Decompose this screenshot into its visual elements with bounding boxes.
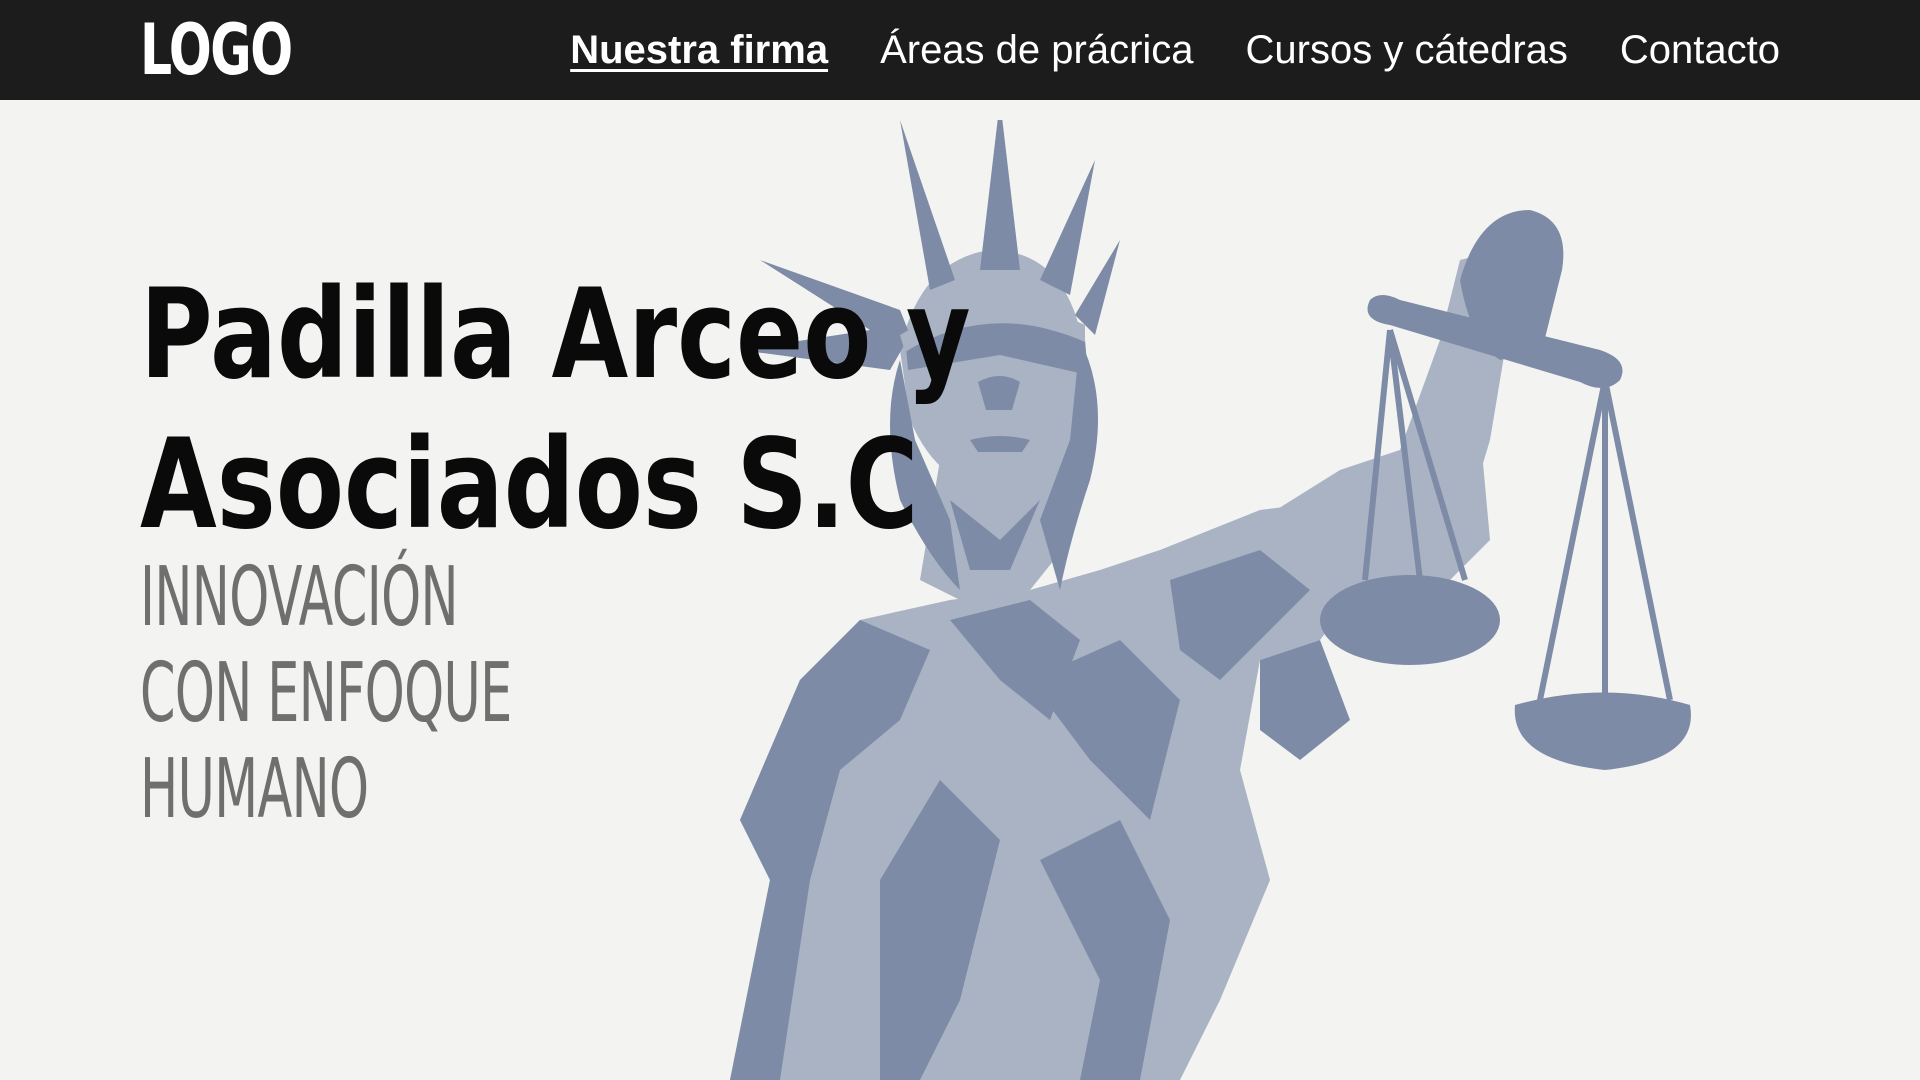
nav-link-cursos-y-catedras[interactable]: Cursos y cátedras bbox=[1246, 27, 1568, 73]
firm-name-line-2: Asociados S.C bbox=[140, 413, 919, 557]
scale-right-pan bbox=[1514, 692, 1691, 770]
firm-name-line-1: Padilla Arceo y bbox=[140, 263, 971, 407]
nav-link-contacto[interactable]: Contacto bbox=[1620, 27, 1780, 73]
top-navigation-bar: LOGO Nuestra firma Áreas de prácrica Cur… bbox=[0, 0, 1920, 100]
tagline-line-2: CON ENFOQUE bbox=[140, 646, 512, 741]
scale-right-strings bbox=[1537, 379, 1673, 701]
nav-link-areas-de-practica[interactable]: Áreas de prácrica bbox=[880, 27, 1193, 73]
scale-left-pan bbox=[1320, 575, 1500, 665]
nav-links: Nuestra firma Áreas de prácrica Cursos y… bbox=[570, 0, 1780, 100]
firm-name-heading: Padilla Arceo y Asociados S.C bbox=[140, 260, 971, 560]
nav-link-nuestra-firma[interactable]: Nuestra firma bbox=[570, 27, 828, 73]
tagline: INNOVACIÓN CON ENFOQUE HUMANO bbox=[140, 550, 512, 838]
tagline-line-3: HUMANO bbox=[140, 742, 369, 837]
hero-section: Padilla Arceo y Asociados S.C INNOVACIÓN… bbox=[0, 100, 1920, 1080]
tagline-line-1: INNOVACIÓN bbox=[140, 550, 459, 645]
site-logo[interactable]: LOGO bbox=[140, 12, 293, 88]
